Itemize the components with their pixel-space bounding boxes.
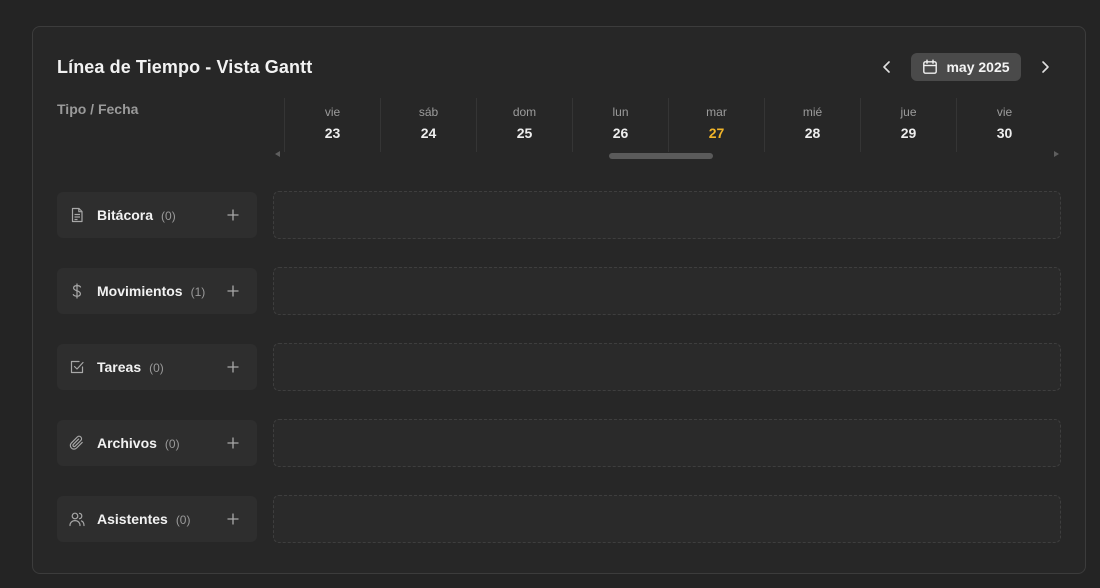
day-column: vie 23: [284, 98, 380, 152]
row-count: (1): [190, 285, 206, 299]
day-number: 28: [804, 125, 821, 141]
add-movimiento-button[interactable]: [225, 283, 241, 299]
day-header-strip[interactable]: vie 23 sáb 24 dom 25 lun 26 mar 27 mié 2…: [284, 98, 1052, 152]
row-label-bitacora: Bitácora (0): [57, 192, 257, 238]
previous-month-button[interactable]: [875, 55, 899, 79]
row-name: Asistentes: [97, 511, 168, 527]
type-date-column-header: Tipo / Fecha: [57, 101, 139, 117]
row-label-asistentes: Asistentes (0): [57, 496, 257, 542]
page-title: Línea de Tiempo - Vista Gantt: [57, 57, 313, 77]
day-number: 25: [516, 125, 533, 141]
day-number: 23: [324, 125, 341, 141]
row-label-movimientos: Movimientos (1): [57, 268, 257, 314]
day-number-today: 27: [708, 125, 725, 141]
day-column: vie 30: [956, 98, 1052, 152]
day-column-today: mar 27: [668, 98, 764, 152]
row-count: (0): [149, 361, 164, 375]
day-name: lun: [612, 105, 629, 119]
day-name: jue: [900, 105, 917, 119]
day-column: sáb 24: [380, 98, 476, 152]
row-title: Asistentes (0): [97, 511, 190, 527]
month-label: may 2025: [946, 59, 1010, 75]
add-bitacora-button[interactable]: [225, 207, 241, 223]
day-column: mié 28: [764, 98, 860, 152]
row-title: Tareas (0): [97, 359, 164, 375]
row-title: Movimientos (1): [97, 283, 205, 299]
chevron-right-icon: [1042, 61, 1049, 73]
row-label-tareas: Tareas (0): [57, 344, 257, 390]
add-tarea-button[interactable]: [225, 359, 241, 375]
row-name: Archivos: [97, 435, 157, 451]
day-number: 26: [612, 125, 629, 141]
day-number: 30: [996, 125, 1013, 141]
users-icon: [69, 512, 85, 527]
day-name: mar: [706, 105, 727, 119]
row-title: Bitácora (0): [97, 207, 176, 223]
scroll-right-arrow[interactable]: [1054, 151, 1059, 157]
row-name: Tareas: [97, 359, 142, 375]
timeline-track-archivos[interactable]: [273, 419, 1061, 467]
timeline-track-movimientos[interactable]: [273, 267, 1061, 315]
row-count: (0): [161, 209, 176, 223]
gantt-panel: Línea de Tiempo - Vista Gantt may 2025 T…: [32, 26, 1086, 574]
day-number: 24: [420, 125, 437, 141]
timeline-track-asistentes[interactable]: [273, 495, 1061, 543]
day-name: dom: [512, 105, 537, 119]
row-name: Bitácora: [97, 207, 154, 223]
day-name: vie: [324, 105, 341, 119]
day-name: sáb: [418, 105, 439, 119]
checkbox-icon: [70, 360, 84, 374]
row-count: (0): [164, 437, 180, 451]
day-column: jue 29: [860, 98, 956, 152]
day-column: lun 26: [572, 98, 668, 152]
month-picker-button[interactable]: may 2025: [911, 53, 1021, 81]
row-count: (0): [175, 513, 191, 527]
day-number: 29: [900, 125, 917, 141]
file-text-icon: [71, 207, 83, 223]
day-name: mié: [802, 105, 823, 119]
chevron-left-icon: [883, 61, 890, 73]
row-label-archivos: Archivos (0): [57, 420, 257, 466]
add-archivo-button[interactable]: [225, 435, 241, 451]
horizontal-scrollbar-thumb[interactable]: [609, 153, 713, 159]
row-title: Archivos (0): [97, 435, 180, 451]
dollar-icon: [72, 283, 82, 299]
next-month-button[interactable]: [1033, 55, 1057, 79]
timeline-track-tareas[interactable]: [273, 343, 1061, 391]
row-name: Movimientos: [97, 283, 183, 299]
paperclip-icon: [69, 435, 83, 450]
day-name: vie: [996, 105, 1013, 119]
scroll-left-arrow[interactable]: [275, 151, 280, 157]
add-asistente-button[interactable]: [225, 511, 241, 527]
timeline-track-bitacora[interactable]: [273, 191, 1061, 239]
day-column: dom 25: [476, 98, 572, 152]
calendar-icon: [923, 59, 938, 74]
